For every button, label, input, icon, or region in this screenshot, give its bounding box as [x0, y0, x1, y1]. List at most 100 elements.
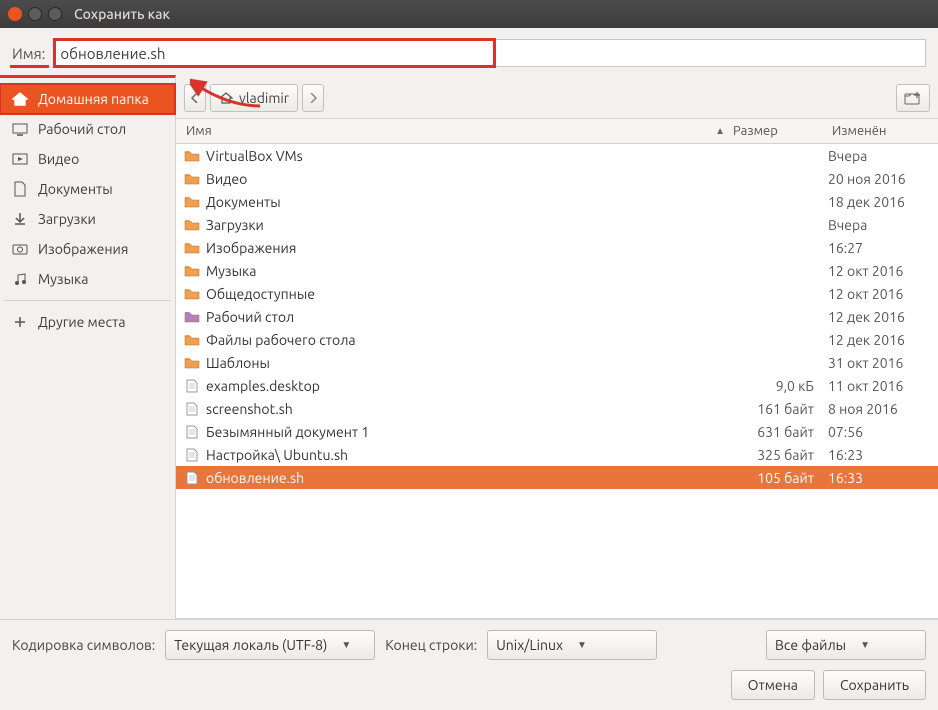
filter-value: Все файлы — [775, 637, 846, 653]
path-segment-label: vladimir — [239, 90, 289, 106]
folder-icon — [182, 218, 202, 231]
sidebar-item-label: Изображения — [38, 241, 128, 257]
video-icon — [12, 151, 28, 167]
file-name: Безымянный документ 1 — [206, 424, 733, 440]
file-row[interactable]: Документы18 дек 2016 — [176, 190, 938, 213]
home-icon — [219, 92, 233, 104]
filename-input[interactable] — [60, 45, 180, 62]
file-row[interactable]: Файлы рабочего стола 12 дек 2016 — [176, 328, 938, 351]
document-icon — [12, 181, 28, 197]
file-row[interactable]: Общедоступные 12 окт 2016 — [176, 282, 938, 305]
sidebar-item-label: Домашняя папка — [38, 91, 149, 107]
column-header-size[interactable]: Размер — [733, 124, 828, 138]
chevron-down-icon: ▼ — [577, 639, 587, 651]
save-button[interactable]: Сохранить — [823, 670, 926, 700]
file-row[interactable]: Загрузки Вчера — [176, 213, 938, 236]
file-name: VirtualBox VMs — [206, 148, 733, 164]
filetype-filter-dropdown[interactable]: Все файлы ▼ — [766, 630, 926, 660]
sidebar-item-desktop[interactable]: Рабочий стол — [0, 114, 175, 144]
folder-icon — [182, 241, 202, 254]
file-name: Рабочий стол — [206, 309, 733, 325]
new-folder-icon — [904, 91, 922, 105]
chevron-down-icon: ▼ — [860, 639, 870, 651]
sidebar-item-video[interactable]: Видео — [0, 144, 175, 174]
path-forward-button[interactable] — [302, 84, 324, 112]
file-modified: 16:33 — [828, 470, 938, 486]
filename-row: Имя: — [0, 28, 938, 78]
sidebar-other-places[interactable]: Другие места — [0, 307, 175, 337]
sidebar-item-document[interactable]: Документы — [0, 174, 175, 204]
file-modified: 12 окт 2016 — [828, 286, 938, 302]
file-modified: Вчера — [828, 148, 938, 164]
path-back-button[interactable] — [184, 84, 206, 112]
sidebar-item-label: Другие места — [38, 314, 126, 330]
sidebar-item-download[interactable]: Загрузки — [0, 204, 175, 234]
file-icon — [182, 425, 202, 439]
home-icon — [12, 91, 28, 107]
file-list[interactable]: VirtualBox VMs Вчера Видео 20 ноя 2016 Докум… — [176, 144, 938, 619]
file-modified: 31 окт 2016 — [828, 355, 938, 371]
file-row[interactable]: screenshot.sh161 байт8 ноя 2016 — [176, 397, 938, 420]
bottom-bar: Кодировка символов: Текущая локаль (UTF-… — [0, 619, 938, 710]
new-folder-button[interactable] — [896, 84, 930, 112]
file-name: Загрузки — [206, 217, 733, 233]
desktop-icon — [12, 121, 28, 137]
file-icon — [182, 402, 202, 416]
file-name: Настройка\ Ubuntu.sh — [206, 447, 733, 463]
music-icon — [12, 271, 28, 287]
file-row[interactable]: Музыка 12 окт 2016 — [176, 259, 938, 282]
sidebar-item-camera[interactable]: Изображения — [0, 234, 175, 264]
file-row[interactable]: Изображения16:27 — [176, 236, 938, 259]
file-icon — [182, 448, 202, 462]
file-icon — [182, 379, 202, 393]
folder-icon — [182, 149, 202, 162]
file-row[interactable]: VirtualBox VMs Вчера — [176, 144, 938, 167]
sidebar-item-label: Рабочий стол — [38, 121, 126, 137]
minimize-icon[interactable] — [28, 7, 42, 21]
maximize-icon[interactable] — [48, 7, 62, 21]
file-row[interactable]: Видео 20 ноя 2016 — [176, 167, 938, 190]
column-header-modified[interactable]: Изменён — [828, 124, 938, 138]
folder-icon — [182, 195, 202, 208]
column-header-name[interactable]: Имя ▲ — [176, 124, 733, 138]
action-buttons: Отмена Сохранить — [12, 670, 926, 700]
file-row[interactable]: Безымянный документ 1631 байт07:56 — [176, 420, 938, 443]
file-name: Общедоступные — [206, 286, 733, 302]
file-name: Файлы рабочего стола — [206, 332, 733, 348]
file-row[interactable]: обновление.sh105 байт16:33 — [176, 466, 938, 489]
file-modified: 20 ноя 2016 — [828, 171, 938, 187]
file-browser: vladimir Имя ▲ — [176, 78, 938, 619]
file-size: 161 байт — [733, 401, 828, 417]
dialog-body: Домашняя папка Рабочий стол Видео Документы… — [0, 78, 938, 619]
file-name: Музыка — [206, 263, 733, 279]
file-row[interactable]: Настройка\ Ubuntu.sh325 байт16:23 — [176, 443, 938, 466]
eol-dropdown[interactable]: Unix/Linux ▼ — [487, 630, 657, 660]
encoding-dropdown[interactable]: Текущая локаль (UTF-8) ▼ — [165, 630, 375, 660]
file-modified: 16:23 — [828, 447, 938, 463]
file-modified: Вчера — [828, 217, 938, 233]
file-name: Видео — [206, 171, 733, 187]
file-row[interactable]: Шаблоны31 окт 2016 — [176, 351, 938, 374]
filename-input-rest[interactable] — [496, 39, 926, 67]
download-icon — [12, 211, 28, 227]
file-size: 325 байт — [733, 447, 828, 463]
sidebar-item-home[interactable]: Домашняя папка — [0, 84, 175, 114]
sidebar-item-label: Видео — [38, 151, 79, 167]
folder-icon — [182, 287, 202, 300]
places-sidebar: Домашняя папка Рабочий стол Видео Документы… — [0, 75, 176, 619]
file-row[interactable]: examples.desktop9,0 кБ11 окт 2016 — [176, 374, 938, 397]
sort-ascending-icon: ▲ — [715, 125, 725, 137]
file-modified: 12 дек 2016 — [828, 332, 938, 348]
cancel-button[interactable]: Отмена — [731, 670, 815, 700]
file-name: examples.desktop — [206, 378, 733, 394]
sidebar-divider — [4, 300, 171, 301]
file-size: 9,0 кБ — [733, 378, 828, 394]
options-row: Кодировка символов: Текущая локаль (UTF-… — [12, 630, 926, 660]
sidebar-item-music[interactable]: Музыка — [0, 264, 175, 294]
eol-label: Конец строки: — [385, 637, 477, 653]
path-segment-home[interactable]: vladimir — [210, 84, 298, 112]
file-modified: 12 окт 2016 — [828, 263, 938, 279]
chevron-down-icon: ▼ — [341, 639, 351, 651]
file-row[interactable]: Рабочий стол12 дек 2016 — [176, 305, 938, 328]
close-icon[interactable] — [8, 7, 22, 21]
